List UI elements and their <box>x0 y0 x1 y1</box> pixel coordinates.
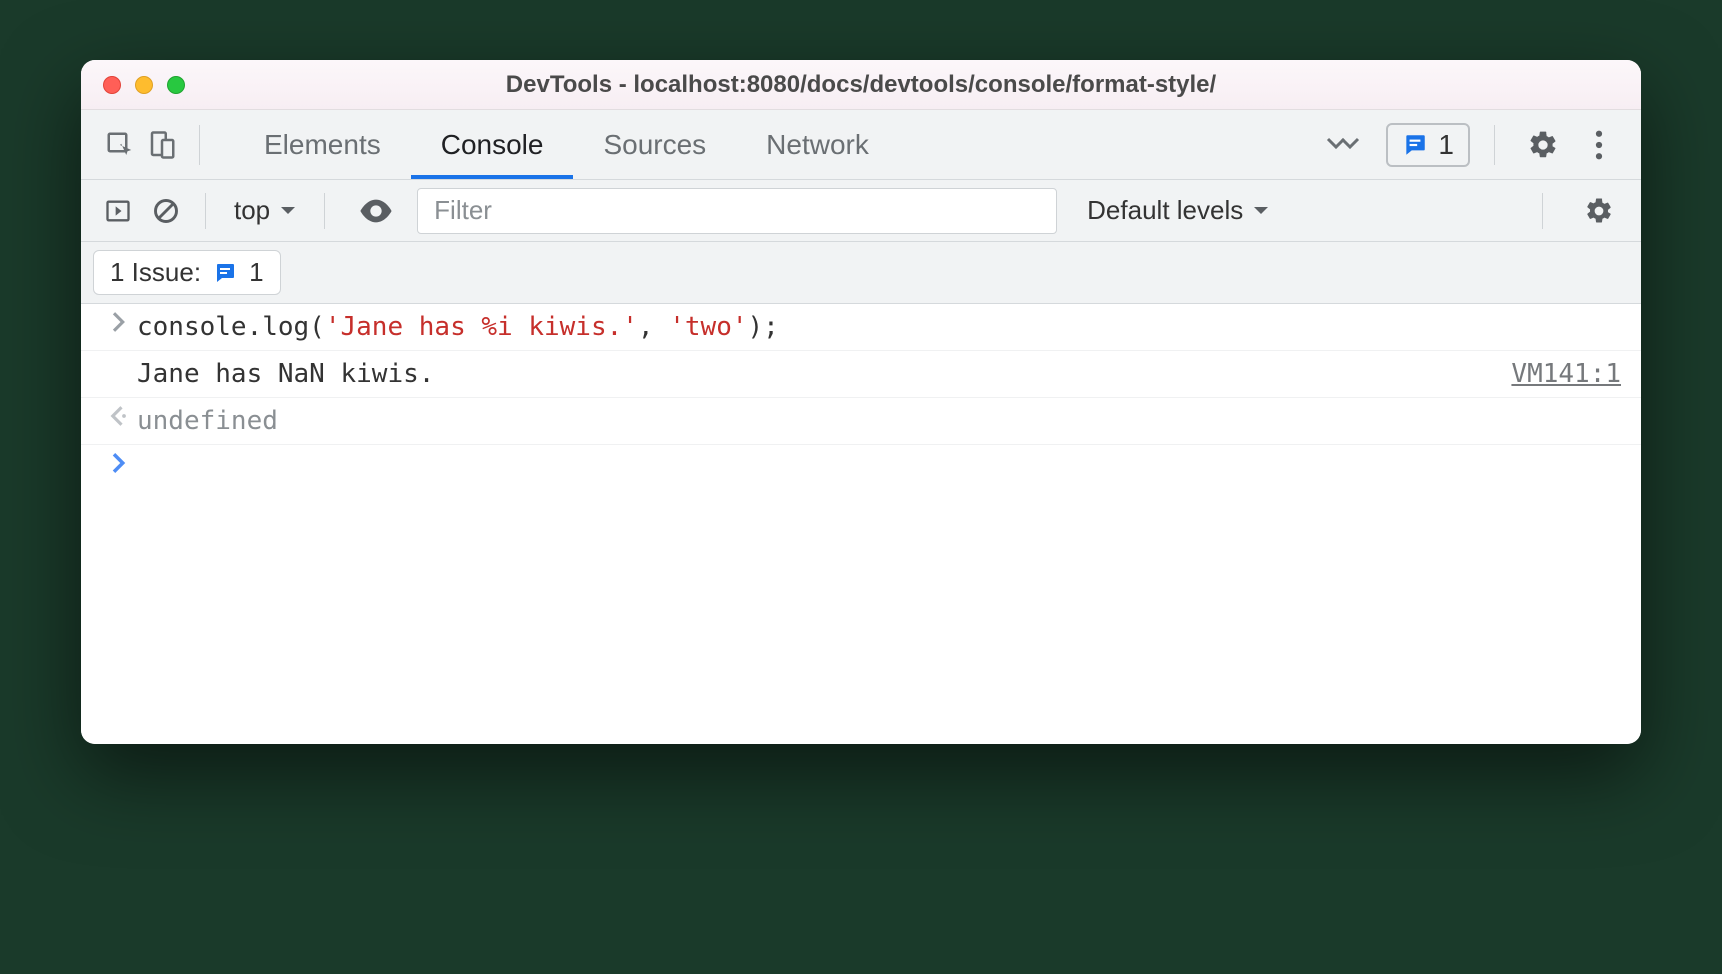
window-title: DevTools - localhost:8080/docs/devtools/… <box>81 71 1641 99</box>
clear-console-icon[interactable] <box>147 192 185 230</box>
live-expression-icon[interactable] <box>355 190 397 232</box>
levels-label: Default levels <box>1087 195 1243 226</box>
tab-sources[interactable]: Sources <box>573 110 736 179</box>
tab-label: Console <box>441 129 544 161</box>
tab-label: Elements <box>264 129 381 161</box>
context-label: top <box>234 195 270 226</box>
tab-label: Sources <box>603 129 706 161</box>
console-log-text: Jane has NaN kiwis. <box>137 359 1511 389</box>
more-tabs-icon[interactable] <box>1308 135 1378 155</box>
settings-icon[interactable] <box>1519 121 1567 169</box>
console-input-code[interactable]: console.log('Jane has %i kiwis.', 'two')… <box>137 312 1621 342</box>
console-settings-icon[interactable] <box>1575 187 1623 235</box>
separator <box>1494 125 1495 165</box>
chevron-down-icon <box>1253 205 1269 217</box>
output-chevron-icon <box>101 406 137 426</box>
message-icon <box>1402 132 1428 158</box>
titlebar: DevTools - localhost:8080/docs/devtools/… <box>81 60 1641 110</box>
prompt-chevron-icon <box>101 453 137 473</box>
tab-elements[interactable]: Elements <box>234 110 411 179</box>
console-log-line: Jane has NaN kiwis. VM141:1 <box>81 351 1641 398</box>
issue-prefix: 1 Issue: <box>110 257 201 288</box>
code-token: , <box>638 312 669 342</box>
issues-count: 1 <box>1438 129 1454 161</box>
source-link[interactable]: VM141:1 <box>1511 359 1621 389</box>
separator <box>324 193 325 229</box>
tab-console[interactable]: Console <box>411 110 574 179</box>
code-token: console.log( <box>137 312 325 342</box>
console-return-line: undefined <box>81 398 1641 445</box>
tab-network[interactable]: Network <box>736 110 899 179</box>
tabbar-right: 1 <box>1308 121 1623 169</box>
context-selector[interactable]: top <box>226 195 304 226</box>
separator <box>1542 193 1543 229</box>
close-window-button[interactable] <box>103 76 121 94</box>
issue-count: 1 <box>249 257 263 288</box>
console-return-value: undefined <box>137 406 1621 436</box>
console-prompt-line[interactable] <box>81 445 1641 481</box>
code-token: ); <box>748 312 779 342</box>
code-string: 'Jane has %i kiwis.' <box>325 312 638 342</box>
window-controls <box>103 76 185 94</box>
console-toolbar: top Default levels <box>81 180 1641 242</box>
toggle-sidebar-icon[interactable] <box>99 192 137 230</box>
issues-badge[interactable]: 1 <box>1386 123 1470 167</box>
issue-summary-row: 1 Issue: 1 <box>81 242 1641 304</box>
main-tabbar: Elements Console Sources Network 1 <box>81 110 1641 180</box>
log-levels-selector[interactable]: Default levels <box>1087 195 1269 226</box>
chevron-down-icon <box>280 205 296 217</box>
tab-label: Network <box>766 129 869 161</box>
separator <box>199 125 200 165</box>
filter-input[interactable] <box>417 188 1057 234</box>
separator <box>205 193 206 229</box>
minimize-window-button[interactable] <box>135 76 153 94</box>
issue-pill[interactable]: 1 Issue: 1 <box>93 250 281 295</box>
inspect-element-icon[interactable] <box>99 124 141 166</box>
input-chevron-icon <box>101 312 137 332</box>
fullscreen-window-button[interactable] <box>167 76 185 94</box>
panel-tabs: Elements Console Sources Network <box>234 110 899 179</box>
console-input-line: console.log('Jane has %i kiwis.', 'two')… <box>81 304 1641 351</box>
devtools-window: DevTools - localhost:8080/docs/devtools/… <box>81 60 1641 744</box>
message-icon <box>213 261 237 285</box>
console-output: console.log('Jane has %i kiwis.', 'two')… <box>81 304 1641 744</box>
kebab-menu-icon[interactable] <box>1575 121 1623 169</box>
device-toolbar-icon[interactable] <box>141 124 183 166</box>
code-string: 'two' <box>669 312 747 342</box>
